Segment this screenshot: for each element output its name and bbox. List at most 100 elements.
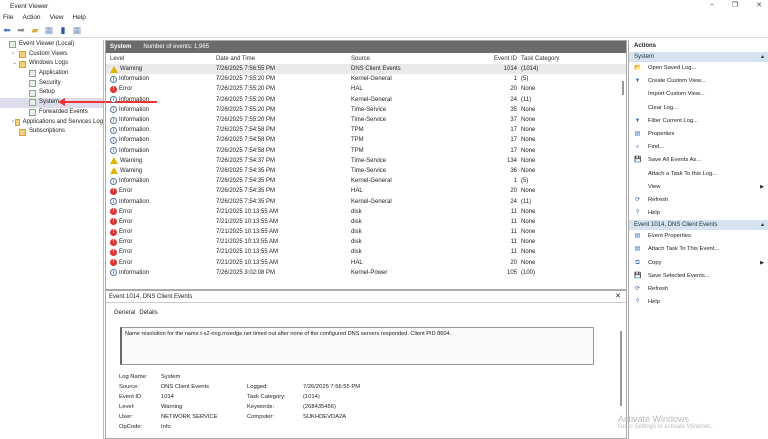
maximize-button[interactable]: ❐ (732, 1, 738, 9)
level-cell: Warning (106, 157, 216, 165)
col-source[interactable]: Source (351, 56, 476, 62)
tree-item-label: Application (39, 70, 69, 77)
tree-item-event-viewer-local-[interactable]: Event Viewer (Local) (0, 40, 103, 50)
expander-icon[interactable]: › (12, 50, 19, 60)
tree-item-setup[interactable]: Setup (0, 88, 103, 98)
level-text: Information (119, 269, 150, 276)
tree-item-custom-views[interactable]: › Custom Views (0, 50, 103, 60)
level-text: Information (119, 127, 150, 134)
action-open-saved-log[interactable]: 📂 Open Saved Log... (629, 62, 768, 75)
table-row[interactable]: ! Error 7/21/2025 10:13:55 AM disk 11 None (106, 227, 626, 237)
close-detail-icon[interactable]: ✕ (615, 291, 621, 303)
computer-icon (9, 41, 16, 49)
action-help[interactable]: ? Help (629, 207, 768, 220)
help-icon[interactable]: ▮ (58, 25, 68, 35)
event-id-cell: 24 (510, 198, 517, 205)
event-message[interactable]: Name resolution for the name t-s2-ring.m… (120, 327, 594, 365)
action-copy[interactable]: ⧉ Copy ▶ (629, 257, 768, 270)
action-save-selected-events[interactable]: 💾 Save Selected Events... (629, 270, 768, 283)
table-row[interactable]: ! Error 7/21/2025 10:13:55 AM disk 11 None (106, 207, 626, 217)
actions-section-header[interactable]: System (629, 52, 768, 62)
property-value: Info (161, 424, 171, 430)
tree-item-windows-logs[interactable]: ⌄ Windows Logs (0, 59, 103, 69)
table-row[interactable]: Warning 7/26/2025 7:56:55 PM DNS Client Ev… (106, 64, 626, 75)
table-row[interactable]: ! Error 7/21/2025 10:13:55 AM disk 11 None (106, 237, 626, 247)
col-level[interactable]: Level (106, 56, 216, 62)
table-row[interactable]: ! Error 7/21/2025 10:13:55 AM HAL 20 None (106, 258, 626, 268)
action-refresh[interactable]: ⟳ Refresh (629, 283, 768, 296)
detail-scrollbar[interactable] (620, 331, 622, 406)
level-text: Information (119, 106, 150, 113)
action-icon: 💾 (634, 272, 642, 279)
action-properties[interactable]: ▤ Properties (629, 128, 768, 141)
table-row[interactable]: i Information 7/26/2025 7:54:58 PM TPM 17 Non… (106, 135, 626, 145)
information-icon: i (110, 198, 117, 206)
expander-icon[interactable]: ⌄ (12, 59, 19, 69)
table-row[interactable]: Warning 7/26/2025 7:54:35 PM Time-Service 3… (106, 166, 626, 176)
action-refresh[interactable]: ⟳ Refresh (629, 194, 768, 207)
table-row[interactable]: ! Error 7/21/2025 10:13:55 AM disk 11 None (106, 217, 626, 227)
table-row[interactable]: i Information 7/26/2025 7:54:35 PM Kernel-G… (106, 176, 626, 186)
table-row[interactable]: ! Error 7/21/2025 10:13:55 AM disk 11 None (106, 247, 626, 257)
minimize-button[interactable]: – (710, 1, 714, 9)
table-row[interactable]: ! Error 7/26/2025 7:55:20 PM HAL 20 None (106, 84, 626, 94)
table-row[interactable]: i Information 7/26/2025 7:55:20 PM Kernel-G… (106, 74, 626, 84)
information-icon: i (110, 116, 117, 124)
source-cell: disk (351, 249, 362, 256)
table-row[interactable]: i Information 7/26/2025 7:54:35 PM Kernel-G… (106, 196, 626, 206)
tab-details[interactable]: Details (139, 310, 157, 317)
menu-action[interactable]: Action (22, 14, 40, 21)
col-task-category[interactable]: Task Category (521, 56, 581, 62)
action-icon: 💾 (634, 157, 642, 164)
panel-icon[interactable]: ▦ (72, 25, 82, 35)
level-cell: i Information (106, 116, 216, 124)
actions-section-header[interactable]: Event 1014, DNS Client Events (629, 220, 768, 231)
close-button[interactable]: ✕ (756, 1, 762, 9)
tab-general[interactable]: General (114, 310, 136, 317)
table-row[interactable]: i Information 7/26/2025 7:54:58 PM TPM 17 Non… (106, 125, 626, 135)
col-event-id[interactable]: Event ID (476, 56, 521, 62)
tree-item-subscriptions[interactable]: Subscriptions (0, 127, 103, 137)
action-label: View (648, 183, 661, 190)
table-row[interactable]: i Information 7/26/2025 7:54:58 PM TPM 17 Non… (106, 146, 626, 156)
console-icon[interactable]: ▦ (44, 25, 54, 35)
action-attach-a-task-to-this-log[interactable]: Attach a Task To this Log... (629, 168, 768, 181)
forward-icon[interactable]: ➡ (16, 25, 26, 35)
submenu-arrow-icon: ▶ (760, 183, 764, 190)
action-import-custom-view[interactable]: Import Custom View... (629, 88, 768, 101)
action-filter-current-log[interactable]: ▼ Filter Current Log... (629, 115, 768, 128)
tree-item-security[interactable]: Security (0, 79, 103, 89)
table-row[interactable]: ! Error 7/26/2025 7:54:35 PM HAL 20 None (106, 186, 626, 196)
list-scrollbar[interactable] (622, 81, 624, 95)
source-cell: disk (351, 218, 362, 225)
action-save-all-events-as[interactable]: 💾 Save All Events As... (629, 154, 768, 167)
event-id-cell: 36 (510, 167, 517, 174)
property-value: SUKHDEVDA2A (303, 414, 347, 420)
tree-item-applications-and-services-log[interactable]: › Applications and Services Log (0, 118, 103, 128)
action-find[interactable]: ⌕ Find... (629, 141, 768, 154)
table-row[interactable]: i Information 7/26/2025 7:55:20 PM Time-Ser… (106, 105, 626, 115)
action-attach-task-to-this-event[interactable]: ▤ Attach Task To This Event... (629, 243, 768, 256)
log-name: System (110, 44, 132, 50)
table-row[interactable]: i Information 7/26/2025 7:55:20 PM Time-Ser… (106, 115, 626, 125)
action-clear-log[interactable]: Clear Log... (629, 102, 768, 115)
action-help[interactable]: ? Help (629, 296, 768, 309)
action-event-properties[interactable]: ▤ Event Properties (629, 230, 768, 243)
date-cell: 7/26/2025 7:54:58 PM (216, 127, 276, 134)
menu-help[interactable]: Help (73, 14, 86, 21)
source-cell: Time-Service (351, 106, 387, 113)
back-icon[interactable]: ⬅ (2, 25, 12, 35)
tree-item-application[interactable]: Application (0, 69, 103, 79)
folder-icon (19, 51, 26, 59)
menu-file[interactable]: File (3, 14, 13, 21)
level-text: Error (119, 249, 133, 256)
table-row[interactable]: Warning 7/26/2025 7:54:37 PM Time-Service 1… (106, 156, 626, 166)
action-view[interactable]: View ▶ (629, 181, 768, 194)
action-create-custom-view[interactable]: ▼ Create Custom View... (629, 75, 768, 88)
table-row[interactable]: i Information 7/26/2025 7:55:20 PM Kernel-G… (106, 95, 626, 105)
col-date[interactable]: Date and Time (216, 56, 351, 62)
folder-icon[interactable]: ▰ (30, 25, 40, 35)
table-row[interactable]: i Information 7/26/2025 3:02:08 PM Kernel-P… (106, 268, 626, 278)
tree-item-forwarded-events[interactable]: Forwarded Events (0, 108, 103, 118)
menu-view[interactable]: View (50, 14, 64, 21)
